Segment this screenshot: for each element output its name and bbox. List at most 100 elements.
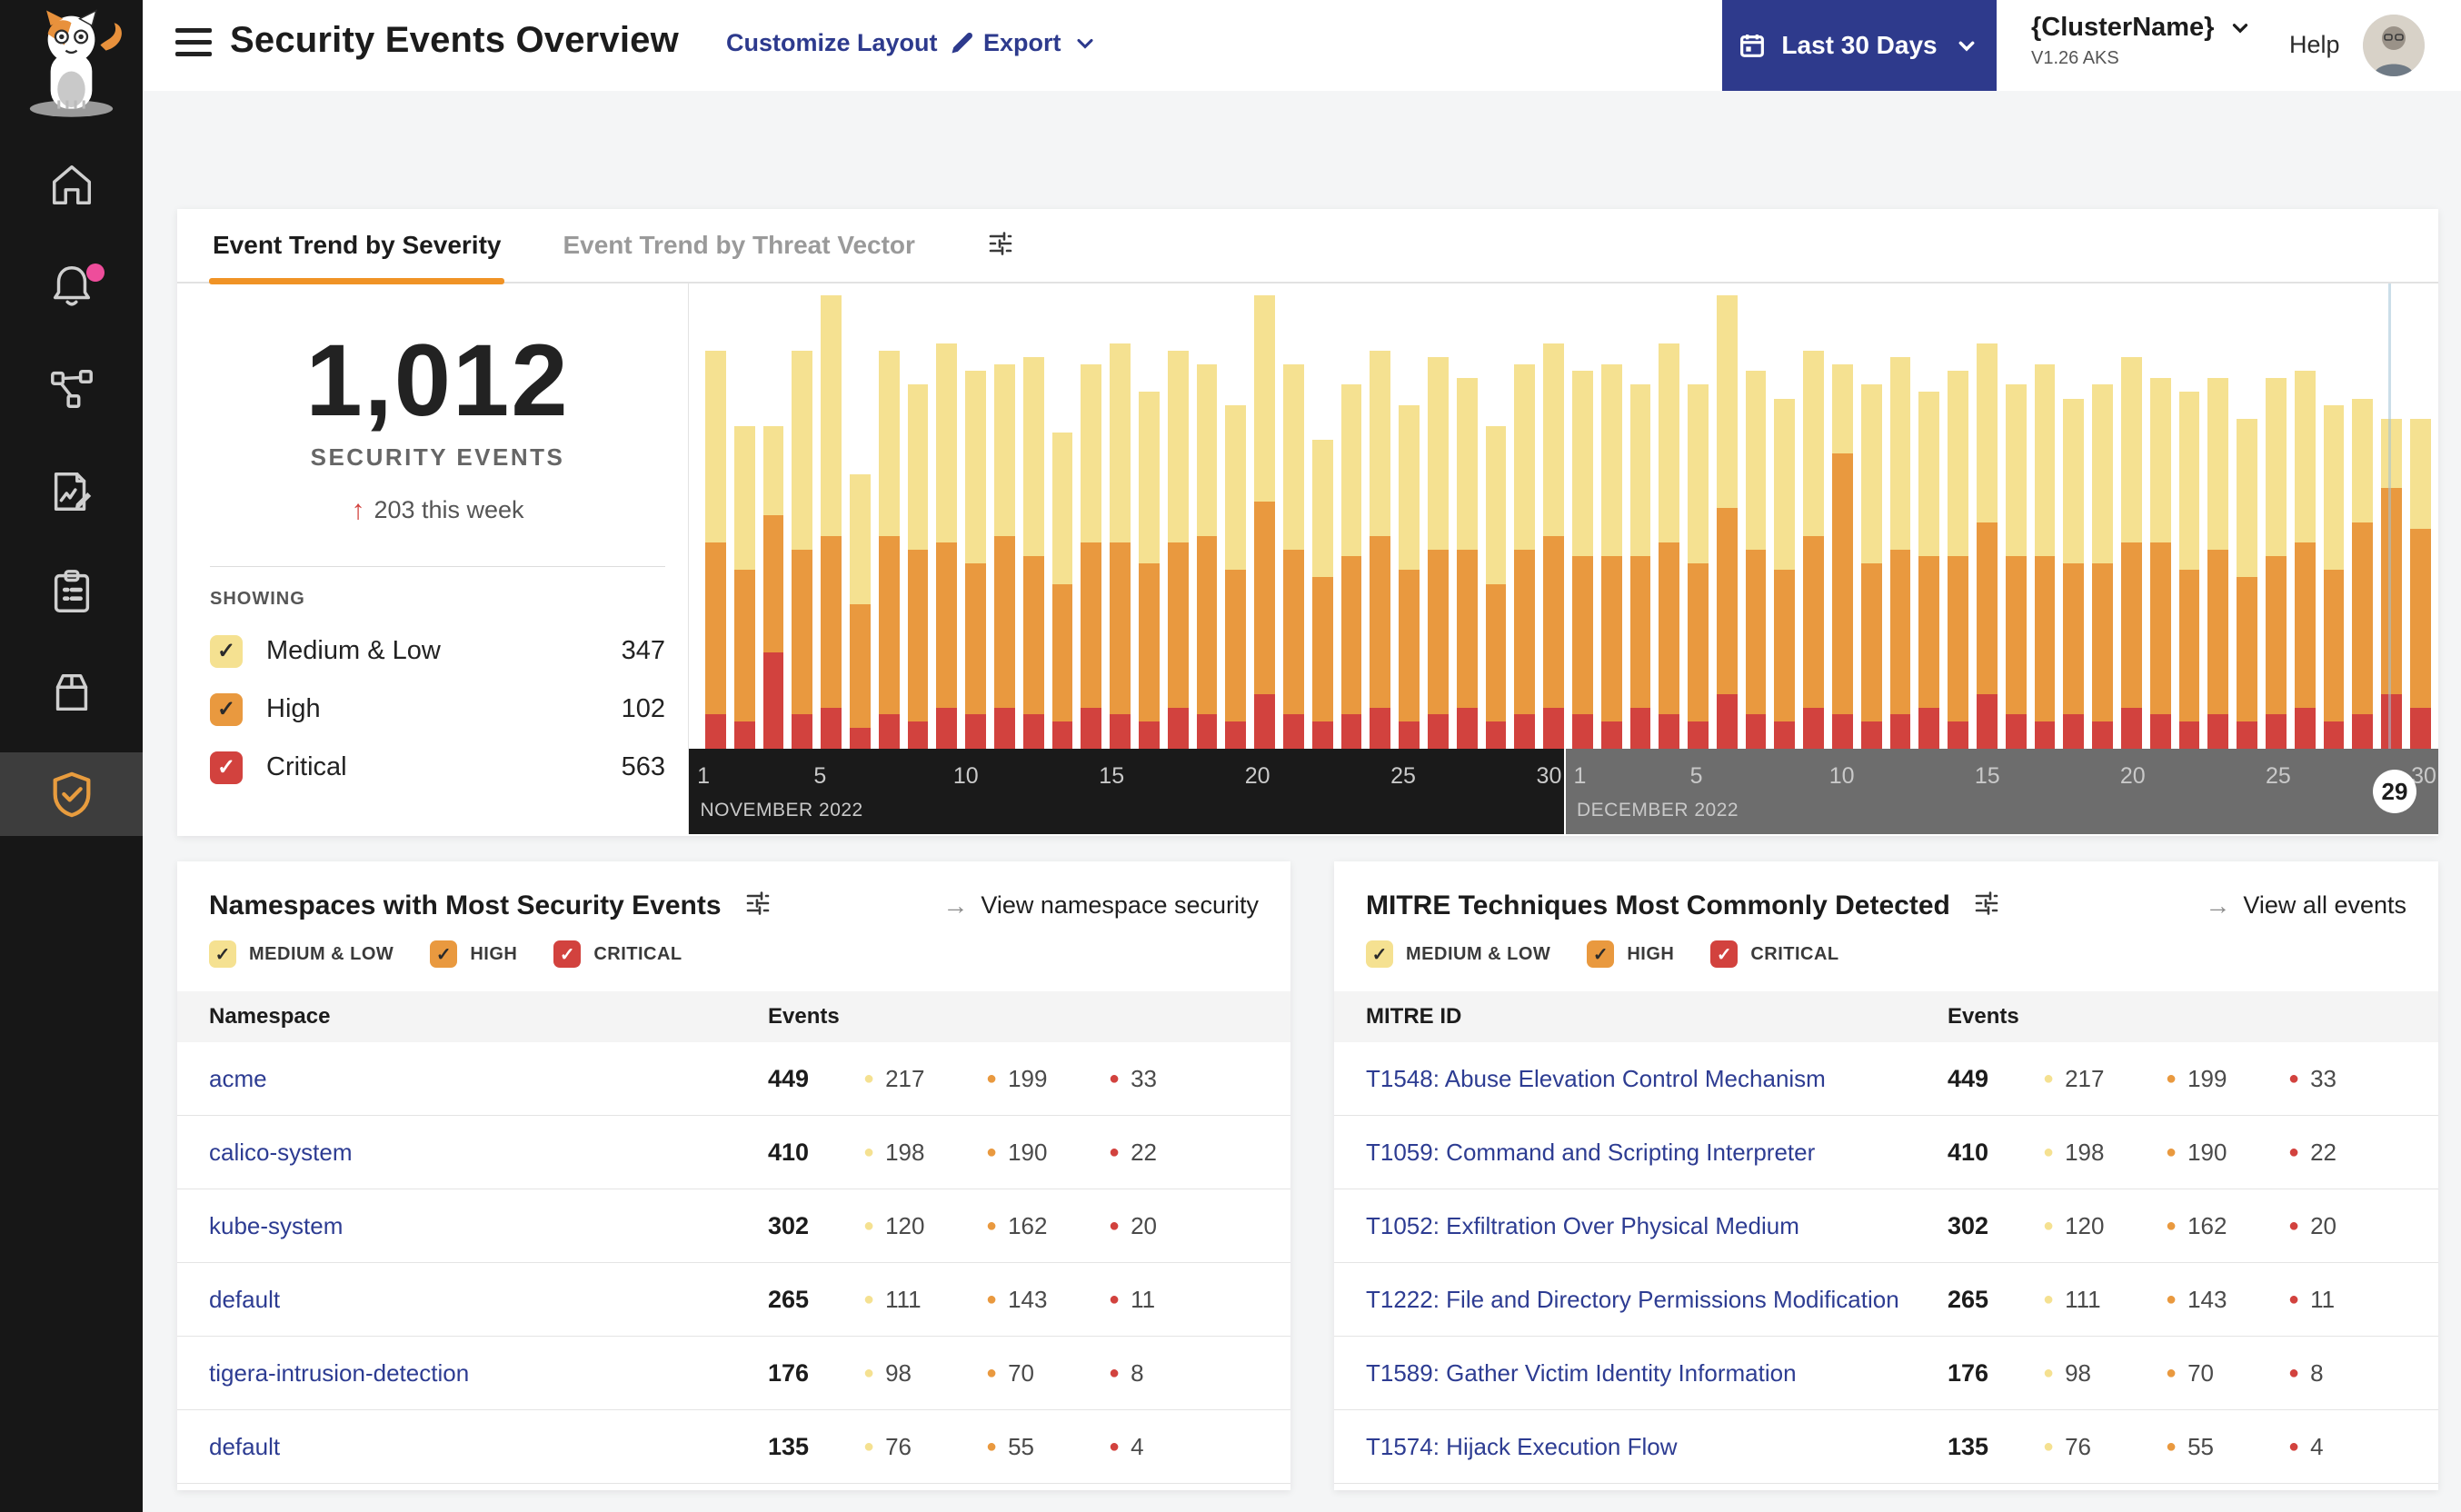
current-day-badge[interactable]: 29 [2372, 770, 2416, 813]
critical-checkbox[interactable]: ✓ [1710, 940, 1739, 968]
bar-december-9[interactable] [1803, 350, 1825, 749]
namespaces-filter-medium_low[interactable]: ✓ MEDIUM & LOW [209, 940, 394, 968]
bar-december-20[interactable] [2121, 357, 2142, 749]
bar-december-27[interactable] [2323, 405, 2345, 749]
bar-december-23[interactable] [2207, 377, 2229, 749]
bar-november-8[interactable] [907, 384, 929, 749]
mitre-filter-critical[interactable]: ✓ CRITICAL [1710, 940, 1838, 968]
bar-november-13[interactable] [1051, 433, 1073, 749]
bar-november-4[interactable] [792, 350, 813, 749]
bar-november-1[interactable] [705, 350, 726, 749]
tab-event-trend-by-threat-vector[interactable]: Event Trend by Threat Vector [559, 208, 918, 283]
mitre-technique-link[interactable]: T1052: Exfiltration Over Physical Medium [1366, 1212, 1948, 1240]
bar-december-29[interactable] [2381, 419, 2403, 749]
namespaces-filter-sliders-icon[interactable] [743, 889, 772, 922]
bar-november-19[interactable] [1225, 405, 1247, 749]
bar-december-22[interactable] [2178, 391, 2200, 749]
bar-november-7[interactable] [878, 350, 900, 749]
sidebar-item-workloads[interactable] [0, 651, 143, 734]
tab-event-trend-by-severity[interactable]: Event Trend by Severity [209, 208, 505, 284]
bar-november-29[interactable] [1514, 363, 1536, 749]
bar-november-10[interactable] [965, 371, 986, 749]
sidebar-item-home[interactable] [0, 144, 143, 227]
user-avatar[interactable] [2363, 15, 2425, 76]
bar-november-18[interactable] [1196, 363, 1218, 749]
mitre-technique-link[interactable]: T1222: File and Directory Permissions Mo… [1366, 1286, 1948, 1314]
bar-november-16[interactable] [1138, 391, 1160, 749]
medium_low-checkbox[interactable]: ✓ [1366, 940, 1393, 968]
hamburger-menu-button[interactable] [175, 28, 212, 61]
bar-december-25[interactable] [2266, 377, 2287, 749]
namespace-link[interactable]: tigera-intrusion-detection [209, 1359, 768, 1388]
mitre-technique-link[interactable]: T1059: Command and Scripting Interpreter [1366, 1139, 1948, 1167]
sidebar-item-threat-defense[interactable] [0, 752, 143, 836]
namespace-link[interactable]: calico-system [209, 1139, 768, 1167]
mitre-technique-link[interactable]: T1574: Hijack Execution Flow [1366, 1433, 1948, 1461]
bar-november-28[interactable] [1485, 425, 1507, 749]
namespace-link[interactable]: default [209, 1433, 768, 1461]
export-dropdown[interactable]: Export [983, 29, 1098, 57]
bar-december-14[interactable] [1948, 371, 1969, 749]
bar-december-18[interactable] [2063, 398, 2085, 749]
sidebar-item-policies[interactable] [0, 450, 143, 533]
legend-row-critical[interactable]: ✓ Critical 563 [210, 739, 665, 797]
bar-december-13[interactable] [1918, 391, 1940, 749]
bar-december-8[interactable] [1774, 398, 1796, 749]
bar-december-19[interactable] [2092, 384, 2114, 749]
bar-november-14[interactable] [1081, 363, 1102, 749]
bar-november-21[interactable] [1282, 363, 1304, 749]
bar-november-25[interactable] [1399, 405, 1420, 749]
medium_low-checkbox[interactable]: ✓ [210, 634, 243, 668]
namespace-link[interactable]: kube-system [209, 1212, 768, 1240]
mitre-filter-high[interactable]: ✓ HIGH [1587, 940, 1674, 968]
bar-november-27[interactable] [1456, 377, 1478, 749]
critical-checkbox[interactable]: ✓ [553, 940, 582, 968]
bar-december-4[interactable] [1659, 343, 1680, 749]
bar-december-16[interactable] [2005, 384, 2027, 749]
customize-layout-button[interactable]: Customize Layout [726, 29, 974, 57]
bar-december-12[interactable] [1889, 357, 1911, 749]
sidebar-item-alerts[interactable] [0, 244, 143, 327]
bar-december-1[interactable] [1571, 371, 1593, 749]
bar-november-2[interactable] [733, 425, 755, 749]
medium_low-checkbox[interactable]: ✓ [209, 940, 236, 968]
bar-november-20[interactable] [1254, 295, 1275, 749]
bar-december-2[interactable] [1600, 363, 1622, 749]
trend-filter-sliders-icon[interactable] [986, 229, 1015, 263]
view-namespace-security-link[interactable]: → View namespace security [942, 891, 1259, 920]
bar-november-9[interactable] [936, 343, 958, 749]
bar-november-17[interactable] [1167, 350, 1189, 749]
namespaces-filter-high[interactable]: ✓ HIGH [430, 940, 517, 968]
bar-december-15[interactable] [1977, 343, 1998, 749]
bar-december-11[interactable] [1860, 384, 1882, 749]
bar-november-24[interactable] [1370, 350, 1391, 749]
view-all-events-link[interactable]: → View all events [2205, 891, 2406, 920]
namespaces-filter-critical[interactable]: ✓ CRITICAL [553, 940, 682, 968]
bar-december-28[interactable] [2352, 398, 2374, 749]
legend-row-medium_low[interactable]: ✓ Medium & Low 347 [210, 622, 665, 681]
mitre-filter-medium_low[interactable]: ✓ MEDIUM & LOW [1366, 940, 1550, 968]
bar-december-5[interactable] [1688, 384, 1709, 749]
high-checkbox[interactable]: ✓ [430, 940, 458, 968]
mitre-technique-link[interactable]: T1589: Gather Victim Identity Informatio… [1366, 1359, 1948, 1388]
bar-december-24[interactable] [2237, 419, 2258, 749]
bar-december-10[interactable] [1832, 363, 1853, 749]
date-range-button[interactable]: Last 30 Days [1722, 0, 1997, 91]
high-checkbox[interactable]: ✓ [210, 692, 243, 726]
bar-november-22[interactable] [1311, 439, 1333, 749]
bar-november-12[interactable] [1022, 357, 1044, 749]
mitre-filter-sliders-icon[interactable] [1972, 889, 2001, 922]
bar-december-21[interactable] [2149, 377, 2171, 749]
sidebar-item-service-graph[interactable] [0, 347, 143, 431]
bar-december-3[interactable] [1629, 384, 1651, 749]
bar-november-15[interactable] [1110, 343, 1131, 749]
cluster-selector[interactable]: {ClusterName} V1.26 AKS [2031, 13, 2252, 69]
critical-checkbox[interactable]: ✓ [210, 751, 243, 784]
bar-november-3[interactable] [762, 425, 784, 749]
bar-december-6[interactable] [1716, 295, 1738, 749]
sidebar-item-compliance[interactable] [0, 550, 143, 633]
legend-row-high[interactable]: ✓ High 102 [210, 681, 665, 739]
namespace-link[interactable]: default [209, 1286, 768, 1314]
bar-november-5[interactable] [821, 295, 842, 749]
bar-november-23[interactable] [1340, 384, 1362, 749]
